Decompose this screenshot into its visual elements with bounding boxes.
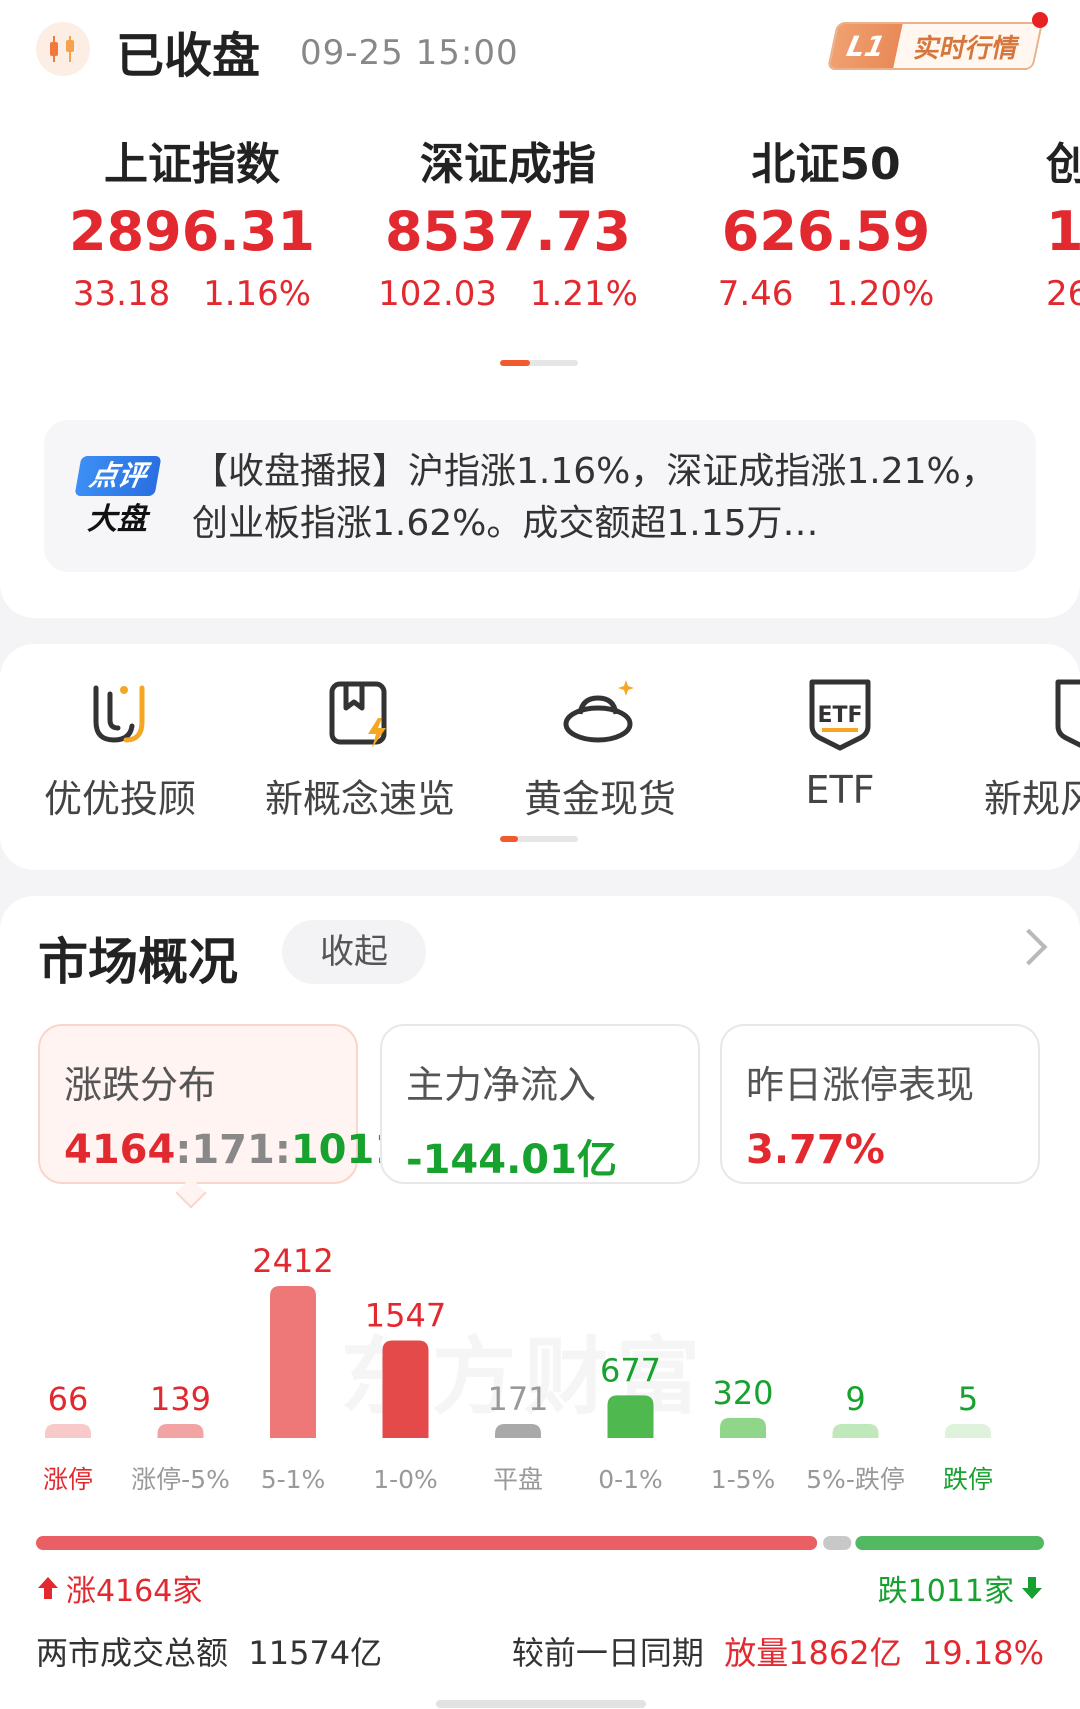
stat-updown-distribution[interactable]: 涨跌分布 4164:171:1011 <box>38 1024 403 1184</box>
new-rule-shield-icon <box>1055 679 1080 748</box>
ratio-down-segment <box>855 1536 1044 1550</box>
market-time: 09-25 15:00 <box>300 33 519 73</box>
svg-text:ETF: ETF <box>817 703 862 728</box>
index-name: 上证指数 <box>104 139 280 190</box>
gold-ingot-icon <box>563 680 634 743</box>
bar-category-label-6: 1-5% <box>711 1465 776 1494</box>
index-carousel[interactable]: 上证指数 2896.31 33.18 1.16% 深证成指 8537.73 10… <box>0 136 1080 336</box>
arrow-up-icon <box>38 1577 58 1599</box>
index-change: 7.46 1.20% <box>717 274 935 314</box>
index-item-shenzhen[interactable]: 深证成指 8537.73 102.03 1.21% <box>358 136 658 316</box>
bar-8 <box>945 1424 991 1438</box>
candlestick-logo-icon[interactable] <box>36 22 90 76</box>
index-value: 1 <box>1046 200 1080 263</box>
shortcut-label: 新规风 <box>984 777 1080 821</box>
index-item-shanghai[interactable]: 上证指数 2896.31 33.18 1.16% <box>42 136 342 316</box>
bar-category-label-7: 5%-跌停 <box>806 1465 905 1494</box>
index-name: 创 <box>1046 139 1080 190</box>
shortcut-label: 黄金现货 <box>523 777 676 821</box>
shortcut-new-concept[interactable]: 新概念速览 <box>250 674 470 823</box>
bar-5 <box>607 1395 654 1438</box>
index-name: 深证成指 <box>420 139 596 190</box>
market-news-banner[interactable]: 点评 大盘 【收盘播报】沪指涨1.16%，深证成指涨1.21%，创业板指涨1.6… <box>44 420 1036 572</box>
bar-7 <box>832 1424 879 1438</box>
bar-0 <box>45 1424 91 1438</box>
shortcut-pager <box>500 836 578 842</box>
news-text: 【收盘播报】沪指涨1.16%，深证成指涨1.21%，创业板指涨1.62%。成交额… <box>192 451 997 544</box>
l1-label: L1 <box>829 24 903 68</box>
bar-value-label-0: 66 <box>48 1380 89 1418</box>
stat-label: 主力净流入 <box>406 1063 597 1107</box>
bar-category-label-1: 涨停-5% <box>131 1465 230 1494</box>
notification-dot <box>1032 12 1048 28</box>
stat-label: 昨日涨停表现 <box>746 1063 975 1107</box>
l1-realtime-badge[interactable]: L1 实时行情 <box>826 22 1044 70</box>
up-count: 涨4164家 <box>36 1566 202 1610</box>
stat-yesterday-limit-up[interactable]: 昨日涨停表现 3.77% <box>720 1024 1040 1184</box>
bar-category-label-3: 1-0% <box>373 1465 438 1494</box>
market-review-logo-icon: 点评 大盘 <box>74 456 162 540</box>
turnover-total: 两市成交总额 11574亿 <box>36 1634 383 1672</box>
stat-label: 涨跌分布 <box>64 1063 217 1107</box>
bar-value-label-1: 139 <box>150 1380 211 1418</box>
bar-value-label-2: 2412 <box>252 1242 333 1280</box>
uu-advisor-icon <box>93 685 145 743</box>
index-value: 2896.31 <box>69 200 315 263</box>
index-pager <box>500 360 578 366</box>
stat-value: -144.01亿 <box>406 1137 617 1183</box>
index-name: 北证50 <box>751 139 901 190</box>
ratio-up-segment <box>36 1536 818 1550</box>
bar-6 <box>720 1417 766 1438</box>
index-change: 26. <box>1046 274 1080 314</box>
ratio-flat-segment <box>823 1536 852 1550</box>
turnover-row: 两市成交总额 11574亿 较前一日同期 放量1862亿 19.18% <box>36 1628 1044 1678</box>
stat-value: 4164:171:1011 <box>64 1127 403 1173</box>
home-indicator <box>436 1700 646 1708</box>
shortcut-gold-spot[interactable]: 黄金现货 <box>490 674 710 823</box>
shortcut-label: ETF <box>805 768 875 812</box>
shortcut-label: 新概念速览 <box>264 777 455 821</box>
bar-category-label-5: 0-1% <box>598 1465 663 1494</box>
etf-shield-icon: ETF <box>809 679 871 751</box>
stat-main-net-inflow[interactable]: 主力净流入 -144.01亿 <box>380 1024 700 1184</box>
shortcut-etf[interactable]: ETF ETF <box>730 674 950 812</box>
bar-category-label-0: 涨停 <box>43 1465 93 1494</box>
shortcut-uu-advisor[interactable]: 优优投顾 <box>10 674 230 823</box>
down-count: 跌1011家 <box>878 1566 1044 1610</box>
index-value: 8537.73 <box>385 200 631 263</box>
updown-ratio-bar <box>36 1536 1044 1550</box>
turnover-compare: 较前一日同期 放量1862亿 19.18% <box>511 1634 1044 1672</box>
bar-4 <box>495 1424 541 1438</box>
bar-category-label-4: 平盘 <box>493 1465 543 1494</box>
bar-category-label-8: 跌停 <box>943 1465 993 1494</box>
new-concept-icon <box>329 681 387 748</box>
index-item-beijing50[interactable]: 北证50 626.59 7.46 1.20% <box>676 136 976 316</box>
bar-value-label-6: 320 <box>712 1374 773 1412</box>
chevron-right-icon[interactable] <box>1010 928 1048 966</box>
market-overview-title: 市场概况 <box>38 933 238 991</box>
market-status: 已收盘 <box>116 28 261 84</box>
index-card: 已收盘 09-25 15:00 L1 实时行情 上证指数 2896.31 33.… <box>0 0 1080 618</box>
arrow-down-icon <box>1022 1577 1042 1599</box>
bar-2 <box>270 1286 316 1438</box>
bar-3 <box>382 1340 429 1438</box>
bar-category-label-2: 5-1% <box>261 1465 326 1494</box>
index-item-chinext-partial[interactable]: 创 1 26. <box>1046 136 1080 316</box>
realtime-label: 实时行情 <box>893 24 1041 68</box>
shortcut-label: 优优投顾 <box>43 777 196 821</box>
bar-value-label-7: 9 <box>845 1380 865 1418</box>
shortcut-new-rule[interactable]: 新规风 <box>970 674 1080 823</box>
index-change: 102.03 1.21% <box>378 274 638 314</box>
updown-count-row: 涨4164家 跌1011家 <box>36 1560 1044 1610</box>
bar-1 <box>157 1424 204 1438</box>
bar-value-label-3: 1547 <box>365 1297 446 1335</box>
bar-value-label-5: 677 <box>600 1351 661 1389</box>
index-value: 626.59 <box>721 200 931 263</box>
bar-value-label-8: 5 <box>958 1380 978 1418</box>
stat-value: 3.77% <box>746 1127 885 1173</box>
index-change: 33.18 1.16% <box>72 274 312 314</box>
updown-distribution-chart: 66 涨停 139 涨停-5% 2412 5-1% 1547 1-0% 171 平盘 677 0-1%… <box>43 1242 993 1494</box>
collapse-button[interactable]: 收起 <box>282 920 426 984</box>
bar-value-label-4: 171 <box>487 1380 548 1418</box>
